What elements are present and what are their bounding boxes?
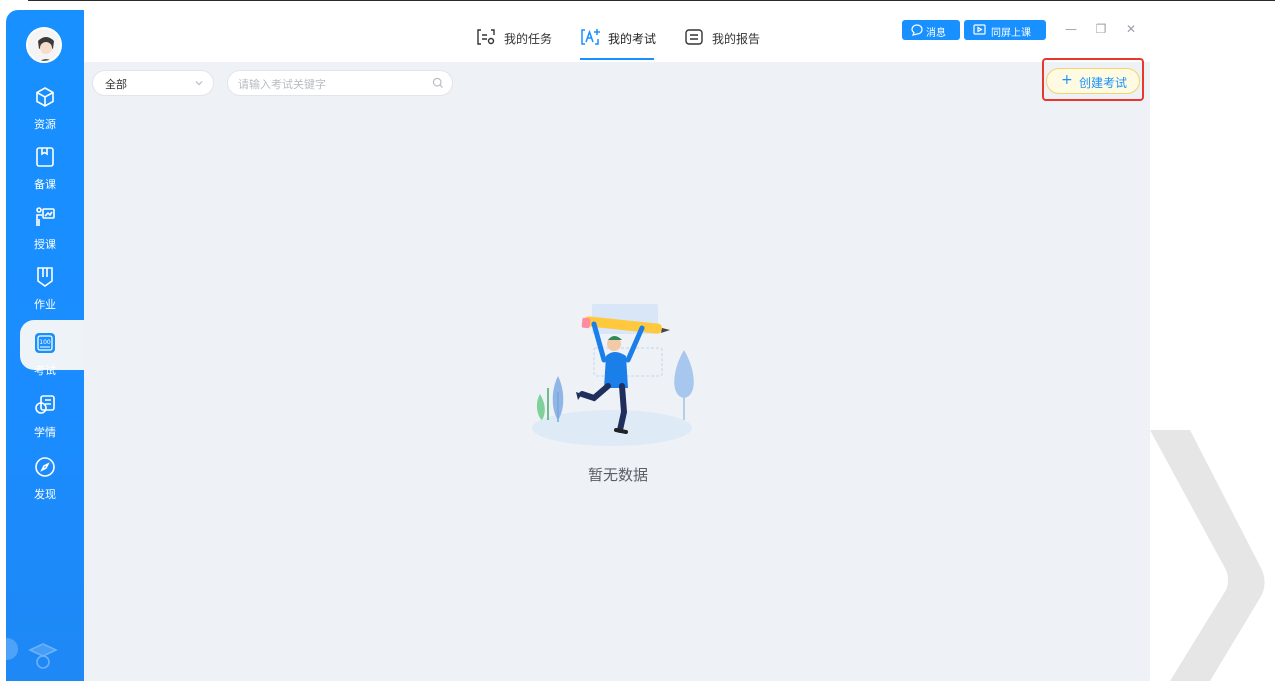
message-button[interactable]: 消息 [902,20,960,40]
decorative-chevron [1150,430,1265,681]
sidebar-item-label: 学情 [34,426,56,439]
screen-play-icon [973,24,986,35]
tab-my-tasks[interactable]: 我的任务 [476,26,556,50]
teach-icon [36,207,55,226]
sidebar: 资源 备课 授课 作业 100 考试 学情 发现 [6,10,84,681]
homework-icon [37,267,53,287]
sidebar-item-teach[interactable]: 授课 [6,202,84,260]
top-border-line [28,0,1275,1]
graduation-cap-icon [28,643,58,669]
sidebar-item-label: 发现 [34,488,56,501]
cube-icon [36,87,54,107]
decorative-bubble [6,638,18,660]
active-tab-underline [580,58,654,60]
exam-tab-icon [581,29,600,45]
top-header: 我的任务 我的考试 我的报告 消息 同屏上课 — ❐ ✕ [84,10,1150,62]
sidebar-item-homework[interactable]: 作业 [6,262,84,320]
sidebar-item-label: 资源 [34,118,56,131]
svg-text:100: 100 [39,339,51,346]
filter-select[interactable]: 全部 [92,70,214,96]
sidebar-item-label: 考试 [34,364,56,377]
chevron-down-icon [195,81,203,86]
analytics-icon [35,395,55,414]
tab-my-exams[interactable]: 我的考试 [580,26,660,50]
plus-icon: + [1061,72,1073,88]
report-icon [685,29,703,45]
sidebar-item-discover[interactable]: 发现 [6,452,84,510]
sidebar-item-label: 授课 [34,238,56,251]
sidebar-item-label: 作业 [34,298,56,311]
empty-state-illustration [532,304,694,446]
compass-icon [35,457,55,477]
sidebar-item-prepare[interactable]: 备课 [6,142,84,200]
task-icon [477,29,495,45]
search-input[interactable] [238,75,428,93]
avatar[interactable] [26,27,62,63]
main-content: 全部 + 创建考试 暂无数据 [84,58,1150,681]
minimize-button[interactable]: — [1062,22,1080,40]
empty-state-text: 暂无数据 [587,466,648,484]
close-button[interactable]: ✕ [1122,22,1140,40]
sidebar-item-exam[interactable]: 100 考试 [6,320,84,386]
search-box [227,70,453,96]
book-icon [36,147,54,167]
maximize-button[interactable]: ❐ [1092,22,1110,40]
screen-share-button[interactable]: 同屏上课 [964,20,1046,40]
tab-my-reports[interactable]: 我的报告 [684,26,764,50]
create-exam-button[interactable]: + 创建考试 [1046,68,1140,94]
chat-bubble-icon [911,24,923,36]
search-icon[interactable] [432,77,444,89]
sidebar-item-label: 备课 [34,178,56,191]
exam-icon: 100 [35,333,55,353]
sidebar-item-resources[interactable]: 资源 [6,82,84,140]
sidebar-item-analytics[interactable]: 学情 [6,390,84,448]
